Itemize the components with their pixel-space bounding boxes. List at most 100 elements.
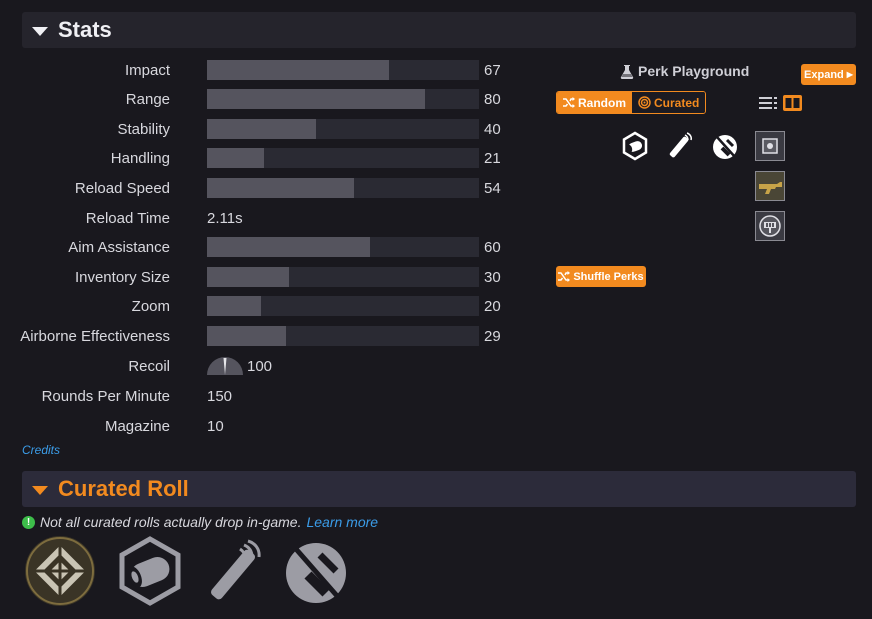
stat-value: 100 xyxy=(247,357,273,375)
stat-bar-fill xyxy=(207,148,265,168)
mod-icon[interactable] xyxy=(755,131,785,161)
stat-label: Airborne Effectiveness xyxy=(20,327,170,345)
stat-label: Magazine xyxy=(104,417,170,435)
stats-section-title: Stats xyxy=(58,17,112,42)
stat-bar xyxy=(207,119,479,139)
stat-bar xyxy=(207,148,479,168)
stats-section-header[interactable]: Stats xyxy=(22,12,856,48)
curated-note: ! Not all curated rolls actually drop in… xyxy=(22,514,378,530)
learn-more-link[interactable]: Learn more xyxy=(306,514,378,530)
stat-bar xyxy=(207,267,479,287)
stat-row: Rounds Per Minute 150 xyxy=(0,385,520,407)
stat-bar-fill xyxy=(207,60,390,80)
stat-row: Aim Assistance 60 xyxy=(0,236,520,258)
curated-note-text: Not all curated rolls actually drop in-g… xyxy=(40,514,302,530)
stat-label: Handling xyxy=(110,149,170,167)
perk-playground-label: Perk Playground xyxy=(638,63,750,79)
list-view-icon[interactable] xyxy=(759,95,777,111)
stat-row: Stability 40 xyxy=(0,118,520,140)
stat-row: Inventory Size 30 xyxy=(0,266,520,288)
random-label: Random xyxy=(578,95,626,110)
stat-value: 2.11s xyxy=(207,209,243,227)
stat-value: 67 xyxy=(484,61,501,79)
stat-bar xyxy=(207,89,479,109)
stat-bar xyxy=(207,237,479,257)
stat-row: Reload Speed 54 xyxy=(0,177,520,199)
stat-label: Inventory Size xyxy=(74,268,170,286)
stat-bar-fill xyxy=(207,296,262,316)
stat-label: Recoil xyxy=(128,357,170,375)
curated-label: Curated xyxy=(654,95,700,110)
stat-value: 40 xyxy=(484,120,501,138)
stat-bar-fill xyxy=(207,326,286,346)
stat-value: 20 xyxy=(484,297,501,315)
curated-roll-header[interactable]: Curated Roll xyxy=(22,471,856,507)
shuffle-perks-button[interactable]: Shuffle Perks xyxy=(556,266,646,287)
intrinsic-frame-icon[interactable] xyxy=(24,535,96,607)
stat-row: Zoom 20 xyxy=(0,295,520,317)
shuffle-icon xyxy=(563,97,575,108)
stat-bar-fill xyxy=(207,89,425,109)
credits-link[interactable]: Credits xyxy=(22,443,60,457)
stat-row: Handling 21 xyxy=(0,147,520,169)
collapse-triangle-icon xyxy=(32,485,48,495)
random-mode-button[interactable]: Random xyxy=(557,92,632,113)
stat-row: Reload Time 2.11s xyxy=(0,207,520,229)
curated-mode-button[interactable]: Curated xyxy=(632,92,706,113)
kill-tracker-icon xyxy=(759,215,781,237)
stat-row: Range 80 xyxy=(0,88,520,110)
caret-right-icon: ▶ xyxy=(846,70,853,79)
stat-label: Stability xyxy=(117,120,170,138)
stat-label: Zoom xyxy=(131,297,170,315)
magazine-icon[interactable] xyxy=(198,535,270,607)
shuffle-perks-label: Shuffle Perks xyxy=(573,270,644,283)
stat-label: Impact xyxy=(124,61,170,79)
stat-value: 10 xyxy=(207,417,224,435)
info-icon: ! xyxy=(22,515,35,529)
stat-value: 29 xyxy=(484,327,501,345)
stat-label: Aim Assistance xyxy=(68,238,170,256)
recoil-direction-icon xyxy=(207,355,243,377)
stat-bar-fill xyxy=(207,237,371,257)
stat-value: 60 xyxy=(484,238,501,256)
stat-row: Airborne Effectiveness 29 xyxy=(0,325,520,347)
stat-bar xyxy=(207,60,479,80)
flask-icon xyxy=(620,64,634,79)
perk-playground-title: Perk Playground xyxy=(620,63,749,79)
mod-square-icon xyxy=(762,138,778,154)
stat-value: 21 xyxy=(484,149,501,167)
stat-value: 150 xyxy=(207,387,233,405)
stat-label: Reload Speed xyxy=(74,179,170,197)
stat-label: Reload Time xyxy=(85,209,170,227)
trait-icon[interactable] xyxy=(280,535,352,607)
stat-bar xyxy=(207,326,479,346)
trait-icon[interactable] xyxy=(710,131,740,161)
stat-bar-fill xyxy=(207,267,289,287)
target-icon xyxy=(638,96,651,109)
barrel-icon[interactable] xyxy=(620,131,650,161)
stat-label: Range xyxy=(125,90,170,108)
shuffle-icon xyxy=(558,271,571,282)
stat-label: Rounds Per Minute xyxy=(41,387,170,405)
tracker-icon[interactable] xyxy=(755,211,785,241)
expand-label: Expand xyxy=(804,68,844,81)
stat-value: 30 xyxy=(484,268,501,286)
curated-roll-title: Curated Roll xyxy=(58,476,189,501)
stat-bar xyxy=(207,296,479,316)
collapse-triangle-icon xyxy=(32,26,48,36)
weapon-silhouette-icon xyxy=(759,182,782,194)
expand-button[interactable]: Expand ▶ xyxy=(801,64,856,85)
stat-value: 54 xyxy=(484,179,501,197)
stat-value: 80 xyxy=(484,90,501,108)
grid-view-icon[interactable] xyxy=(783,95,802,111)
stat-bar-fill xyxy=(207,178,354,198)
barrel-icon[interactable] xyxy=(114,535,186,607)
stat-row: Recoil 100 xyxy=(0,355,520,377)
roll-mode-toggle: Random Curated xyxy=(556,91,707,114)
stat-row: Impact 67 xyxy=(0,59,520,81)
stat-bar-fill xyxy=(207,119,316,139)
weapon-skin-icon[interactable] xyxy=(755,171,785,201)
magazine-icon[interactable] xyxy=(665,131,695,161)
stat-row: Magazine 10 xyxy=(0,415,520,437)
stat-bar xyxy=(207,178,479,198)
